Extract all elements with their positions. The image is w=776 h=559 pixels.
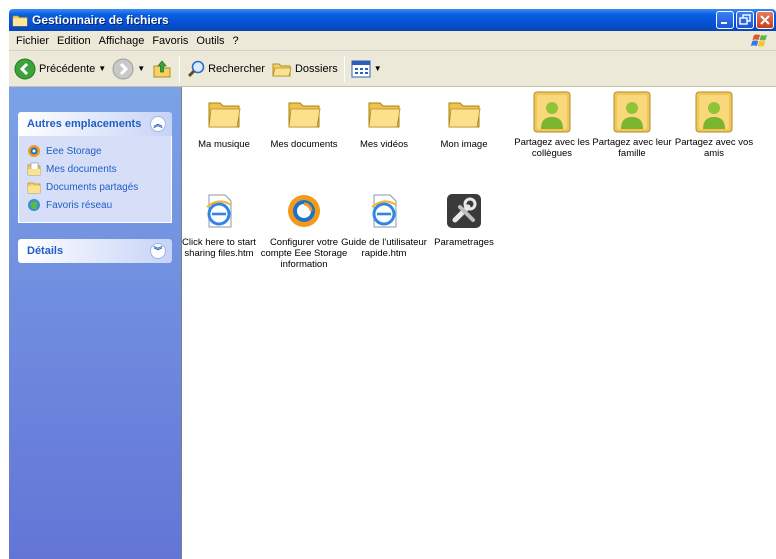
item-label: Ma musique <box>198 139 250 150</box>
menu-bar: Fichier Edition Affichage Favoris Outils… <box>9 31 776 51</box>
sidebar-item-network-places[interactable]: Favoris réseau <box>27 196 171 214</box>
ie-document-icon <box>371 194 397 228</box>
close-button[interactable] <box>756 11 774 29</box>
folders-button[interactable]: Dossiers <box>268 55 341 83</box>
sidebar-item-eee-storage[interactable]: Eee Storage <box>27 142 171 160</box>
list-item[interactable]: Mes documents <box>264 95 344 150</box>
menu-view[interactable]: Affichage <box>95 35 149 47</box>
list-item[interactable]: Partagez avec les collègues <box>512 91 592 159</box>
toolbar-separator <box>179 55 181 82</box>
folders-label: Dossiers <box>294 62 338 75</box>
shared-folder-icon <box>27 182 41 194</box>
item-label: Guide de l'utilisateur rapide.htm <box>341 237 427 259</box>
back-arrow-icon <box>14 58 36 79</box>
list-item[interactable]: Click here to start sharing files.htm <box>179 193 259 259</box>
list-item[interactable]: Guide de l'utilisateur rapide.htm <box>341 193 427 259</box>
menu-edit[interactable]: Edition <box>53 35 95 47</box>
item-label: Mes documents <box>270 139 338 150</box>
collapse-chevron-icon[interactable]: ︽ <box>150 116 166 132</box>
other-places-title: Autres emplacements <box>27 118 142 130</box>
minimize-button[interactable] <box>716 11 734 29</box>
list-item[interactable]: Parametrages <box>424 193 504 248</box>
folder-icon <box>448 102 481 128</box>
menu-file[interactable]: Fichier <box>12 35 53 47</box>
expand-chevron-icon[interactable]: ︾ <box>150 243 166 259</box>
item-label: Partagez avec leur famille <box>592 137 672 159</box>
minimize-icon <box>721 22 727 24</box>
up-folder-icon <box>153 59 171 77</box>
up-folder-button[interactable] <box>148 55 176 83</box>
item-label: Click here to start sharing files.htm <box>182 237 256 259</box>
views-dropdown-icon[interactable]: ▼ <box>374 64 382 73</box>
back-button[interactable]: Précédente ▼ <box>11 55 109 83</box>
menu-help[interactable]: ? <box>229 35 243 47</box>
shared-users-icon <box>533 91 571 133</box>
documents-icon <box>27 162 41 176</box>
item-label: Partagez avec les collègues <box>514 137 590 159</box>
sidebar-item-label: Documents partagés <box>46 181 139 193</box>
item-label: Partagez avec vos amis <box>674 137 754 159</box>
details-header[interactable]: Détails ︾ <box>18 239 172 263</box>
item-label: Mon image <box>440 139 488 150</box>
list-item[interactable]: Mes vidéos <box>344 95 424 150</box>
search-icon <box>188 60 205 77</box>
network-icon <box>28 199 40 211</box>
list-item[interactable]: Mon image <box>424 95 504 150</box>
forward-button[interactable]: ▼ <box>109 55 148 83</box>
menu-favorites[interactable]: Favoris <box>148 35 192 47</box>
restore-icon <box>739 14 751 25</box>
views-icon <box>351 60 371 77</box>
ie-document-icon <box>206 194 232 228</box>
shared-users-icon <box>613 91 651 133</box>
task-pane: Autres emplacements ︽ Eee Storage Mes do… <box>9 87 181 559</box>
other-places-list: Eee Storage Mes documents Documents part… <box>18 136 172 223</box>
back-dropdown-icon[interactable]: ▼ <box>98 64 106 73</box>
title-bar[interactable]: Gestionnaire de fichiers <box>9 9 776 31</box>
item-label: Configurer votre compte Eee Storage info… <box>260 237 348 270</box>
folders-icon <box>272 63 292 76</box>
search-label: Rechercher <box>208 62 265 75</box>
eee-storage-icon <box>28 145 40 157</box>
item-label: Mes vidéos <box>359 139 409 150</box>
folder-icon <box>288 102 321 128</box>
list-item[interactable]: Configurer votre compte Eee Storage info… <box>261 193 347 270</box>
sidebar-item-label: Eee Storage <box>46 145 102 157</box>
toolbar: Précédente ▼ ▼ Rechercher Dossiers ▼ <box>9 51 776 87</box>
sidebar-item-label: Favoris réseau <box>46 199 113 211</box>
list-item[interactable]: Partagez avec vos amis <box>674 91 754 159</box>
menu-tools[interactable]: Outils <box>192 35 228 47</box>
details-title: Détails <box>27 245 64 257</box>
back-label: Précédente <box>39 62 96 75</box>
views-button[interactable]: ▼ <box>348 55 385 83</box>
search-button[interactable]: Rechercher <box>183 55 268 83</box>
sidebar-item-label: Mes documents <box>46 163 117 175</box>
list-item[interactable]: Ma musique <box>184 95 264 150</box>
eee-storage-icon <box>288 195 320 227</box>
details-panel: Détails ︾ <box>18 239 172 263</box>
forward-dropdown-icon[interactable]: ▼ <box>137 64 145 73</box>
folder-icon <box>208 102 241 128</box>
sidebar-item-shared-documents[interactable]: Documents partagés <box>27 178 171 196</box>
settings-tools-icon <box>447 194 481 228</box>
folder-icon <box>12 15 28 27</box>
window-title: Gestionnaire de fichiers <box>32 13 169 27</box>
folder-icon <box>368 102 401 128</box>
windows-logo-icon <box>750 34 767 47</box>
other-places-header[interactable]: Autres emplacements ︽ <box>18 112 172 136</box>
list-item[interactable]: Partagez avec leur famille <box>592 91 672 159</box>
close-icon <box>760 15 770 25</box>
toolbar-separator <box>343 55 345 82</box>
forward-arrow-icon <box>112 58 134 79</box>
restore-button[interactable] <box>736 11 754 29</box>
other-places-panel: Autres emplacements ︽ Eee Storage Mes do… <box>18 112 172 223</box>
item-label: Parametrages <box>434 237 494 248</box>
file-view: Ma musique Mes documents Mes vidéos Mon … <box>181 87 776 559</box>
shared-users-icon <box>695 91 733 133</box>
sidebar-item-my-documents[interactable]: Mes documents <box>27 160 171 178</box>
